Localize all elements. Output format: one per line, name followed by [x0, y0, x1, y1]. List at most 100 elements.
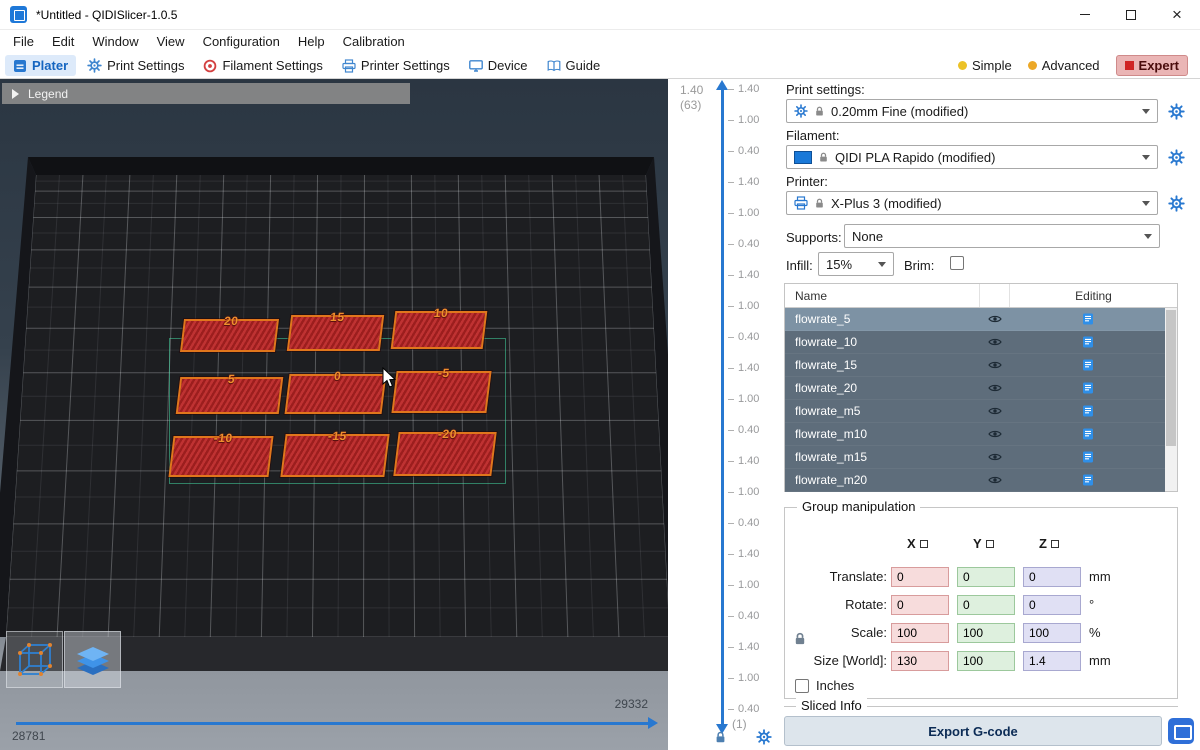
edit-icon[interactable] — [1010, 382, 1165, 394]
infill-select[interactable]: 15% — [818, 252, 894, 276]
edit-icon[interactable] — [1010, 451, 1165, 463]
close-button[interactable]: × — [1154, 0, 1200, 30]
mode-expert[interactable]: Expert — [1116, 55, 1188, 76]
layer-slider-lock-icon[interactable] — [714, 731, 727, 747]
layer-tick: 0.40 — [728, 144, 759, 158]
layer-tick: 1.00 — [728, 299, 759, 313]
model-object-flowrate-10[interactable]: 10 — [391, 311, 488, 349]
rotate-z-input[interactable] — [1023, 595, 1081, 615]
menu-window[interactable]: Window — [83, 32, 147, 51]
send-to-printer-icon[interactable] — [1168, 718, 1194, 744]
object-row-flowrate_m10[interactable]: flowrate_m10 — [785, 423, 1165, 446]
menu-calibration[interactable]: Calibration — [334, 32, 414, 51]
axis-y-icon — [986, 540, 994, 548]
model-object-flowrate-m5[interactable]: -5 — [391, 371, 491, 413]
layer-slider-track[interactable] — [721, 89, 724, 725]
eye-icon[interactable] — [980, 429, 1010, 439]
minimize-icon — [1080, 14, 1090, 15]
preview-layers-button[interactable] — [64, 631, 121, 688]
object-name: flowrate_m10 — [785, 427, 980, 441]
translate-y-input[interactable] — [957, 567, 1015, 587]
supports-select[interactable]: None — [844, 224, 1160, 248]
mode-simple[interactable]: Simple — [958, 58, 1012, 73]
printer-gear-button[interactable] — [1168, 195, 1185, 215]
rotate-label: Rotate: — [785, 597, 887, 612]
scale-x-input[interactable] — [891, 623, 949, 643]
size-x-input[interactable] — [891, 651, 949, 671]
eye-icon[interactable] — [980, 406, 1010, 416]
tab-device[interactable]: Device — [461, 55, 536, 76]
layer-tick: 1.40 — [728, 454, 759, 468]
model-object-flowrate-m15[interactable]: -15 — [280, 434, 389, 477]
eye-icon[interactable] — [980, 337, 1010, 347]
rotate-y-input[interactable] — [957, 595, 1015, 615]
filament-select[interactable]: QIDI PLA Rapido (modified) — [786, 145, 1158, 169]
chevron-down-icon — [1142, 109, 1150, 114]
object-name: flowrate_m5 — [785, 404, 980, 418]
rotate-x-input[interactable] — [891, 595, 949, 615]
eye-icon[interactable] — [980, 452, 1010, 462]
hslider-right-arrow-icon[interactable] — [648, 717, 658, 729]
menu-configuration[interactable]: Configuration — [194, 32, 289, 51]
eye-icon[interactable] — [980, 475, 1010, 485]
translate-z-input[interactable] — [1023, 567, 1081, 587]
brim-checkbox[interactable] — [950, 256, 964, 270]
print-settings-gear-button[interactable] — [1168, 103, 1185, 123]
filament-value: QIDI PLA Rapido (modified) — [835, 150, 995, 165]
tab-filament-settings[interactable]: Filament Settings — [195, 55, 330, 76]
tab-printer-settings[interactable]: Printer Settings — [334, 55, 458, 76]
model-object-flowrate-20[interactable]: 20 — [180, 319, 279, 352]
filament-gear-button[interactable] — [1168, 149, 1185, 169]
menu-view[interactable]: View — [148, 32, 194, 51]
translate-x-input[interactable] — [891, 567, 949, 587]
model-object-flowrate-m20[interactable]: -20 — [393, 432, 496, 476]
eye-icon[interactable] — [980, 383, 1010, 393]
layer-slider-gear-icon[interactable] — [756, 729, 772, 748]
edit-icon[interactable] — [1010, 336, 1165, 348]
maximize-button[interactable] — [1108, 0, 1154, 30]
object-row-flowrate_10[interactable]: flowrate_10 — [785, 331, 1165, 354]
model-object-flowrate-m10[interactable]: -10 — [168, 436, 273, 477]
object-row-flowrate_m15[interactable]: flowrate_m15 — [785, 446, 1165, 469]
expert-mode-icon — [1125, 61, 1134, 70]
object-row-flowrate_20[interactable]: flowrate_20 — [785, 377, 1165, 400]
object-row-flowrate_m5[interactable]: flowrate_m5 — [785, 400, 1165, 423]
advanced-mode-icon — [1028, 61, 1037, 70]
edit-icon[interactable] — [1010, 428, 1165, 440]
menu-edit[interactable]: Edit — [43, 32, 83, 51]
viewport-3d[interactable]: Legend 20 15 10 5 0 -5 -10 -15 -20 29332… — [0, 79, 668, 750]
tab-plater[interactable]: Plater — [5, 55, 76, 76]
edit-icon[interactable] — [1010, 405, 1165, 417]
tab-guide[interactable]: Guide — [539, 55, 609, 76]
menu-file[interactable]: File — [4, 32, 43, 51]
size-z-input[interactable] — [1023, 651, 1081, 671]
export-gcode-button[interactable]: Export G-code — [784, 716, 1162, 746]
size-y-input[interactable] — [957, 651, 1015, 671]
model-object-flowrate-15[interactable]: 15 — [287, 315, 384, 351]
list-scrollbar[interactable] — [1165, 308, 1177, 491]
object-row-flowrate_m20[interactable]: flowrate_m20 — [785, 469, 1165, 492]
tab-plater-label: Plater — [32, 58, 68, 73]
eye-icon[interactable] — [980, 314, 1010, 324]
edit-icon[interactable] — [1010, 359, 1165, 371]
inches-checkbox[interactable] — [795, 679, 809, 693]
scale-z-input[interactable] — [1023, 623, 1081, 643]
scale-y-input[interactable] — [957, 623, 1015, 643]
legend-collapsed-bar[interactable]: Legend — [2, 83, 410, 104]
printer-select[interactable]: X-Plus 3 (modified) — [786, 191, 1158, 215]
editor-view-button[interactable] — [6, 631, 63, 688]
object-row-flowrate_15[interactable]: flowrate_15 — [785, 354, 1165, 377]
menu-help[interactable]: Help — [289, 32, 334, 51]
edit-icon[interactable] — [1010, 474, 1165, 486]
eye-icon[interactable] — [980, 360, 1010, 370]
list-scrollbar-thumb[interactable] — [1166, 310, 1176, 446]
tab-print-settings[interactable]: Print Settings — [79, 55, 192, 76]
object-row-flowrate_5[interactable]: flowrate_5 — [785, 308, 1165, 331]
edit-icon[interactable] — [1010, 313, 1165, 325]
model-object-flowrate-5[interactable]: 5 — [176, 377, 284, 414]
minimize-button[interactable] — [1062, 0, 1108, 30]
model-object-flowrate-0[interactable]: 0 — [285, 374, 387, 414]
horizontal-move-slider[interactable] — [16, 722, 650, 725]
mode-advanced[interactable]: Advanced — [1028, 58, 1100, 73]
print-settings-select[interactable]: 0.20mm Fine (modified) — [786, 99, 1158, 123]
